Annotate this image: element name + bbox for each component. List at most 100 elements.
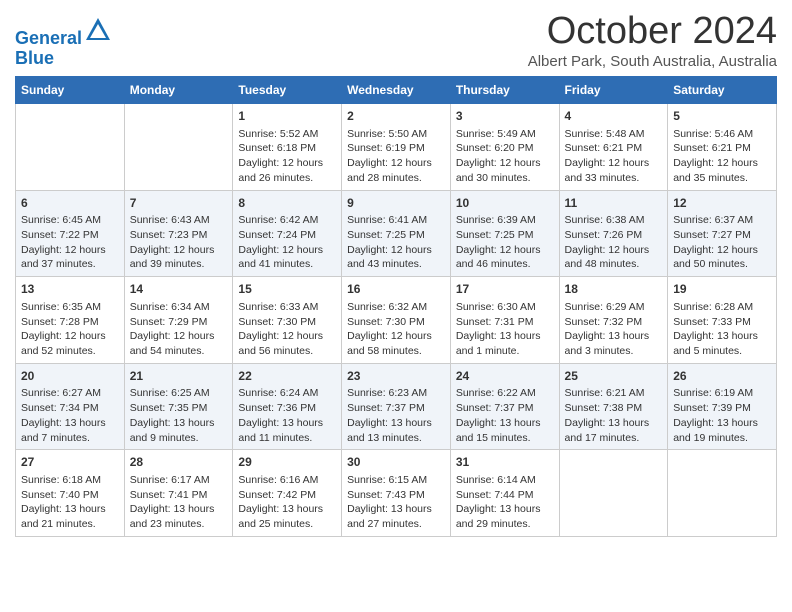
day-info-line: Sunrise: 6:32 AM: [347, 301, 427, 313]
day-info-line: Sunset: 6:20 PM: [456, 142, 534, 154]
day-info-line: and 11 minutes.: [238, 432, 312, 444]
calendar-week-row: 27Sunrise: 6:18 AMSunset: 7:40 PMDayligh…: [16, 450, 777, 537]
day-info-line: Daylight: 13 hours: [238, 503, 323, 515]
day-info-line: Sunrise: 6:24 AM: [238, 387, 318, 399]
day-info-line: Sunrise: 5:46 AM: [673, 128, 753, 140]
day-info-line: Sunrise: 6:34 AM: [130, 301, 210, 313]
day-number: 24: [456, 368, 554, 385]
day-info-line: and 29 minutes.: [456, 518, 531, 530]
calendar-header-row: SundayMondayTuesdayWednesdayThursdayFrid…: [16, 77, 777, 104]
day-info-line: Sunrise: 6:42 AM: [238, 214, 318, 226]
calendar-cell: 25Sunrise: 6:21 AMSunset: 7:38 PMDayligh…: [559, 363, 668, 450]
day-info-line: and 19 minutes.: [673, 432, 748, 444]
day-info-line: Sunrise: 6:28 AM: [673, 301, 753, 313]
day-info-line: and 50 minutes.: [673, 258, 748, 270]
calendar-cell: 30Sunrise: 6:15 AMSunset: 7:43 PMDayligh…: [342, 450, 451, 537]
day-info-line: Sunrise: 6:17 AM: [130, 474, 210, 486]
day-header-monday: Monday: [124, 77, 233, 104]
calendar-cell: 20Sunrise: 6:27 AMSunset: 7:34 PMDayligh…: [16, 363, 125, 450]
calendar-cell: 19Sunrise: 6:28 AMSunset: 7:33 PMDayligh…: [668, 277, 777, 364]
day-info-line: and 5 minutes.: [673, 345, 742, 357]
day-info-line: Daylight: 13 hours: [130, 417, 215, 429]
day-info-line: Sunrise: 6:16 AM: [238, 474, 318, 486]
day-info-line: Daylight: 12 hours: [130, 244, 215, 256]
title-section: October 2024 Albert Park, South Australi…: [528, 10, 777, 70]
calendar-cell: 15Sunrise: 6:33 AMSunset: 7:30 PMDayligh…: [233, 277, 342, 364]
calendar-cell: 22Sunrise: 6:24 AMSunset: 7:36 PMDayligh…: [233, 363, 342, 450]
day-header-sunday: Sunday: [16, 77, 125, 104]
day-info-line: Daylight: 12 hours: [347, 330, 432, 342]
day-info-line: and 37 minutes.: [21, 258, 96, 270]
day-info-line: Sunset: 7:30 PM: [238, 316, 316, 328]
day-info-line: Daylight: 12 hours: [347, 244, 432, 256]
day-info-line: and 28 minutes.: [347, 172, 422, 184]
day-info-line: Daylight: 12 hours: [565, 244, 650, 256]
calendar-cell: 9Sunrise: 6:41 AMSunset: 7:25 PMDaylight…: [342, 190, 451, 277]
day-info-line: Sunset: 7:25 PM: [347, 229, 425, 241]
day-number: 26: [673, 368, 771, 385]
calendar-cell: 23Sunrise: 6:23 AMSunset: 7:37 PMDayligh…: [342, 363, 451, 450]
day-info-line: and 3 minutes.: [565, 345, 634, 357]
day-number: 20: [21, 368, 119, 385]
day-info-line: and 33 minutes.: [565, 172, 640, 184]
calendar-cell: 18Sunrise: 6:29 AMSunset: 7:32 PMDayligh…: [559, 277, 668, 364]
day-number: 2: [347, 108, 445, 125]
day-info-line: Sunset: 7:39 PM: [673, 402, 751, 414]
day-info-line: Daylight: 12 hours: [673, 157, 758, 169]
day-info-line: Daylight: 13 hours: [565, 417, 650, 429]
day-number: 4: [565, 108, 663, 125]
day-info-line: and 23 minutes.: [130, 518, 205, 530]
calendar-cell: 21Sunrise: 6:25 AMSunset: 7:35 PMDayligh…: [124, 363, 233, 450]
day-info-line: Sunset: 7:37 PM: [456, 402, 534, 414]
day-info-line: Sunset: 7:22 PM: [21, 229, 99, 241]
day-info-line: Sunrise: 6:19 AM: [673, 387, 753, 399]
day-info-line: and 26 minutes.: [238, 172, 313, 184]
day-info-line: Daylight: 12 hours: [238, 244, 323, 256]
calendar-cell: 27Sunrise: 6:18 AMSunset: 7:40 PMDayligh…: [16, 450, 125, 537]
day-info-line: Sunrise: 6:45 AM: [21, 214, 101, 226]
day-info-line: and 27 minutes.: [347, 518, 422, 530]
day-info-line: Sunset: 7:34 PM: [21, 402, 99, 414]
day-number: 8: [238, 195, 336, 212]
day-info-line: Daylight: 13 hours: [673, 417, 758, 429]
day-info-line: Sunrise: 5:52 AM: [238, 128, 318, 140]
day-info-line: Sunset: 7:32 PM: [565, 316, 643, 328]
day-number: 3: [456, 108, 554, 125]
day-info-line: Daylight: 13 hours: [347, 503, 432, 515]
day-info-line: and 48 minutes.: [565, 258, 640, 270]
day-info-line: Sunrise: 6:43 AM: [130, 214, 210, 226]
day-info-line: and 35 minutes.: [673, 172, 748, 184]
calendar-cell: 13Sunrise: 6:35 AMSunset: 7:28 PMDayligh…: [16, 277, 125, 364]
calendar-cell: 8Sunrise: 6:42 AMSunset: 7:24 PMDaylight…: [233, 190, 342, 277]
day-number: 11: [565, 195, 663, 212]
day-number: 30: [347, 454, 445, 471]
day-info-line: Sunrise: 6:35 AM: [21, 301, 101, 313]
calendar-cell: 14Sunrise: 6:34 AMSunset: 7:29 PMDayligh…: [124, 277, 233, 364]
calendar-cell: 6Sunrise: 6:45 AMSunset: 7:22 PMDaylight…: [16, 190, 125, 277]
calendar-cell: 28Sunrise: 6:17 AMSunset: 7:41 PMDayligh…: [124, 450, 233, 537]
day-info-line: Daylight: 13 hours: [456, 503, 541, 515]
day-info-line: Sunset: 7:36 PM: [238, 402, 316, 414]
day-info-line: Daylight: 12 hours: [456, 244, 541, 256]
calendar-cell: 26 Sunrise: 6:19 AM Sunset: 7:39 PM Dayligh…: [668, 363, 777, 450]
day-info-line: Sunset: 6:21 PM: [673, 142, 751, 154]
day-info-line: Daylight: 12 hours: [565, 157, 650, 169]
day-info-line: and 17 minutes.: [565, 432, 640, 444]
day-info-line: and 1 minute.: [456, 345, 520, 357]
day-number: 28: [130, 454, 228, 471]
day-header-saturday: Saturday: [668, 77, 777, 104]
day-info-line: Sunset: 7:29 PM: [130, 316, 208, 328]
day-number: 14: [130, 281, 228, 298]
day-info-line: Sunset: 6:18 PM: [238, 142, 316, 154]
calendar-cell: 24Sunrise: 6:22 AMSunset: 7:37 PMDayligh…: [450, 363, 559, 450]
day-number: 18: [565, 281, 663, 298]
day-number: 21: [130, 368, 228, 385]
day-info-line: Sunrise: 6:29 AM: [565, 301, 645, 313]
calendar-cell: [16, 104, 125, 191]
day-info-line: Daylight: 12 hours: [238, 330, 323, 342]
day-info-line: Daylight: 13 hours: [130, 503, 215, 515]
day-info-line: Sunrise: 6:18 AM: [21, 474, 101, 486]
day-info-line: Daylight: 13 hours: [21, 503, 106, 515]
calendar-cell: 7Sunrise: 6:43 AMSunset: 7:23 PMDaylight…: [124, 190, 233, 277]
day-info-line: Daylight: 12 hours: [673, 244, 758, 256]
